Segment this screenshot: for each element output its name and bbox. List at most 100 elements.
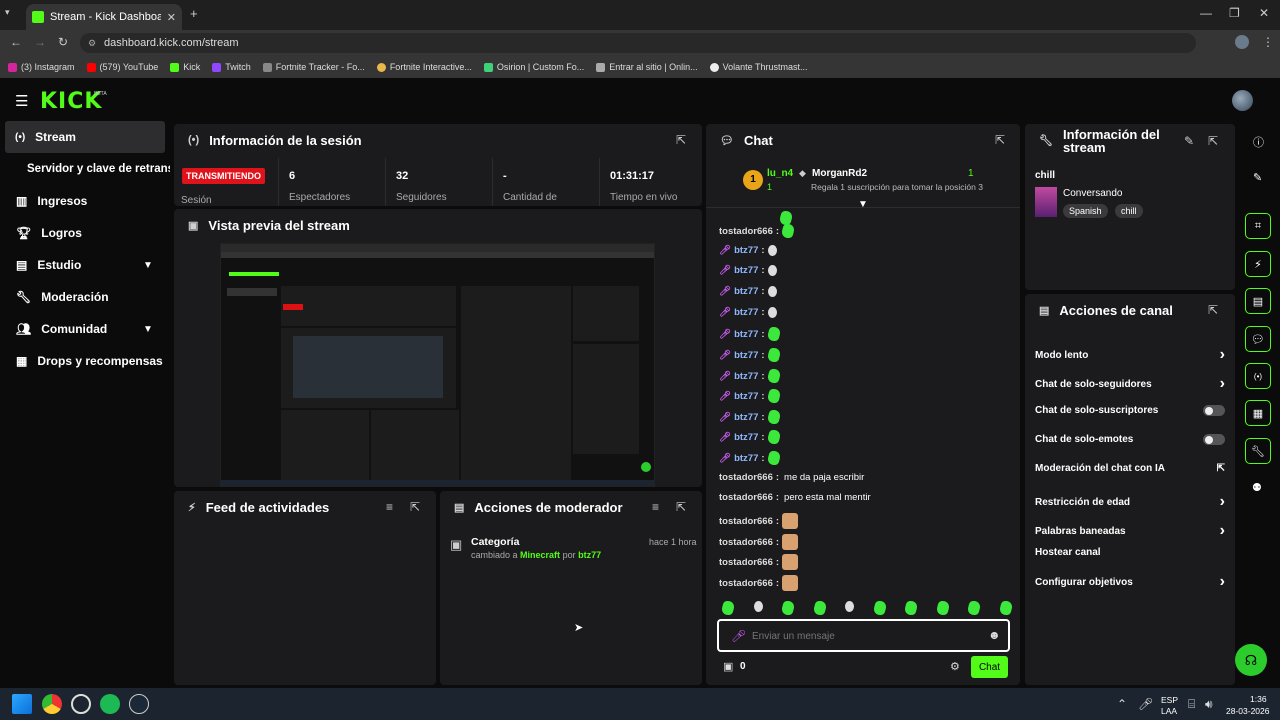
chat-username[interactable]: tostador666	[719, 537, 773, 548]
emote-icon[interactable]	[998, 601, 1014, 615]
close-tab-icon[interactable]: ✕	[167, 11, 176, 24]
edit-icon[interactable]: ✎	[1184, 134, 1194, 148]
bookmark-osirion[interactable]: Osirion | Custom Fo...	[483, 62, 584, 72]
bookmark-kick[interactable]: Kick	[170, 62, 200, 72]
popout-icon[interactable]: ⇱	[676, 500, 686, 514]
browser-tab[interactable]: Stream - Kick Dashboard ✕	[26, 4, 182, 30]
reload-icon[interactable]: ↻	[58, 35, 68, 49]
chat-settings-icon[interactable]: ⚙	[950, 660, 960, 673]
chat-username[interactable]: tostador666	[719, 516, 773, 527]
channel-action-row[interactable]: Chat de solo-seguidores ›	[1035, 375, 1225, 393]
chrome-icon[interactable]	[42, 694, 62, 714]
sidebar-item-stream[interactable]: (•) Stream	[5, 121, 165, 153]
chat-username[interactable]: btz77	[734, 350, 758, 361]
chat-username[interactable]: btz77	[734, 329, 758, 340]
edit-icon[interactable]: ✎	[1253, 171, 1262, 184]
steam-icon[interactable]	[129, 694, 149, 714]
sidebar-item-moderacion[interactable]: 🔧︎ Moderación	[0, 281, 170, 313]
filter-icon[interactable]: ≡	[652, 500, 659, 514]
rail-mod-button[interactable]: ▦	[1245, 400, 1271, 426]
channel-action-row[interactable]: Hostear canal	[1035, 547, 1225, 558]
chat-message-input[interactable]	[752, 627, 972, 645]
windows-start-icon[interactable]	[12, 694, 32, 714]
rail-chat-button[interactable]: 💬︎	[1245, 326, 1271, 352]
new-tab-button[interactable]: +	[190, 6, 198, 21]
profile-avatar-icon[interactable]	[1235, 35, 1249, 49]
emote-icon[interactable]	[845, 601, 855, 612]
chat-username[interactable]: tostador666	[719, 226, 773, 237]
channel-action-row[interactable]: Moderación del chat con IA ⇱	[1035, 463, 1225, 474]
chat-username[interactable]: btz77	[734, 412, 758, 423]
bookmark-entrar[interactable]: Entrar al sitio | Onlin...	[596, 62, 698, 72]
support-button[interactable]: ☊	[1235, 644, 1267, 676]
emote-icon[interactable]	[753, 601, 763, 612]
hamburger-menu-icon[interactable]: ☰	[15, 92, 28, 110]
minimize-icon[interactable]: —	[1200, 6, 1212, 20]
popout-icon[interactable]: ⇱	[410, 500, 420, 514]
emote-icon[interactable]	[934, 601, 951, 615]
bookmark-fortnite-interactive[interactable]: Fortnite Interactive...	[376, 62, 472, 72]
chat-username[interactable]: tostador666	[719, 557, 773, 568]
emote-icon[interactable]	[720, 601, 736, 615]
lang-top[interactable]: ESP	[1161, 695, 1178, 705]
emote-icon[interactable]	[811, 601, 828, 615]
rail-bolt-button[interactable]: ⚡︎	[1245, 251, 1271, 277]
info-icon[interactable]: ⓘ	[1253, 134, 1264, 150]
emoji-icon[interactable]: ☻	[988, 628, 1001, 642]
chat-username[interactable]: tostador666	[719, 492, 773, 503]
emote-icon[interactable]	[780, 601, 796, 615]
sidebar-item-logros[interactable]: 🏆︎ Logros	[0, 217, 170, 249]
tab-list-button[interactable]: ▾	[5, 7, 19, 21]
channel-action-row[interactable]: Restricción de edad ›	[1035, 493, 1225, 511]
network-icon[interactable]: ⌸	[1188, 697, 1195, 712]
sidebar-item-ingresos[interactable]: ▥ Ingresos	[0, 185, 170, 217]
sidebar-item-drops[interactable]: ▦ Drops y recompensas	[0, 345, 170, 377]
back-icon[interactable]: ←	[10, 35, 22, 49]
chat-username[interactable]: btz77	[734, 265, 758, 276]
bookmark-instagram[interactable]: (3) Instagram	[8, 62, 75, 72]
tag-chip[interactable]: chill	[1115, 204, 1143, 218]
menu-dots-icon[interactable]: ⋮	[1262, 35, 1274, 49]
bookmark-twitch[interactable]: Twitch	[212, 62, 251, 72]
chat-username[interactable]: btz77	[734, 286, 758, 297]
url-field[interactable]: ⚙ dashboard.kick.com/stream	[80, 33, 1196, 53]
chat-username[interactable]: btz77	[734, 391, 758, 402]
toggle-switch[interactable]	[1203, 405, 1225, 416]
channel-action-row[interactable]: Palabras baneadas ›	[1035, 522, 1225, 540]
sidebar-item-server-key[interactable]: Servidor y clave de retransmisión	[0, 153, 170, 185]
maximize-icon[interactable]: ❐	[1229, 6, 1240, 20]
spotify-icon[interactable]	[100, 694, 120, 714]
tag-chip[interactable]: Spanish	[1063, 204, 1108, 218]
rail-community-icon[interactable]: ⚉	[1252, 481, 1262, 494]
stream-preview-video[interactable]	[220, 243, 655, 487]
channel-action-row[interactable]: Configurar objetivos ›	[1035, 573, 1225, 591]
bookmark-fortnite-tracker[interactable]: Fortnite Tracker - Fo...	[262, 62, 365, 72]
bookmark-volante[interactable]: Volante Thrustmast...	[709, 62, 807, 72]
chat-username[interactable]: tostador666	[719, 578, 773, 589]
emote-icon[interactable]	[871, 601, 888, 615]
close-window-icon[interactable]: ✕	[1259, 6, 1269, 20]
channel-action-row[interactable]: Modo lento ›	[1035, 346, 1225, 364]
sidebar-item-comunidad[interactable]: 👥︎ Comunidad ▼	[0, 313, 170, 345]
collapse-icon[interactable]: ▼	[858, 199, 868, 210]
lang-bottom[interactable]: LAA	[1161, 706, 1177, 716]
top-user-name[interactable]: lu_n4	[767, 168, 793, 179]
rail-scan-button[interactable]: ⌗	[1245, 213, 1271, 239]
rail-doc-button[interactable]: ▤	[1245, 288, 1271, 314]
chat-send-button[interactable]: Chat	[971, 656, 1008, 678]
chat-username[interactable]: btz77	[734, 245, 758, 256]
popout-icon[interactable]: ⇱	[676, 133, 686, 147]
category-name[interactable]: Conversando	[1063, 188, 1122, 199]
clock-date[interactable]: 28-03-2026	[1226, 706, 1269, 716]
clock-time[interactable]: 1:36	[1250, 694, 1267, 704]
chat-username[interactable]: btz77	[734, 453, 758, 464]
chat-username[interactable]: btz77	[734, 371, 758, 382]
popout-icon[interactable]: ⇱	[995, 133, 1005, 147]
gifter-name[interactable]: MorganRd2	[812, 168, 867, 179]
chat-input-box[interactable]: 🎤︎ ☻	[717, 619, 1010, 652]
tray-chevron-icon[interactable]: ⌃	[1117, 697, 1127, 711]
chat-username[interactable]: tostador666	[719, 472, 773, 483]
sidebar-item-estudio[interactable]: ▤ Estudio ▼	[0, 249, 170, 281]
filter-icon[interactable]: ≡	[386, 500, 393, 514]
popout-icon[interactable]: ⇱	[1208, 303, 1218, 317]
